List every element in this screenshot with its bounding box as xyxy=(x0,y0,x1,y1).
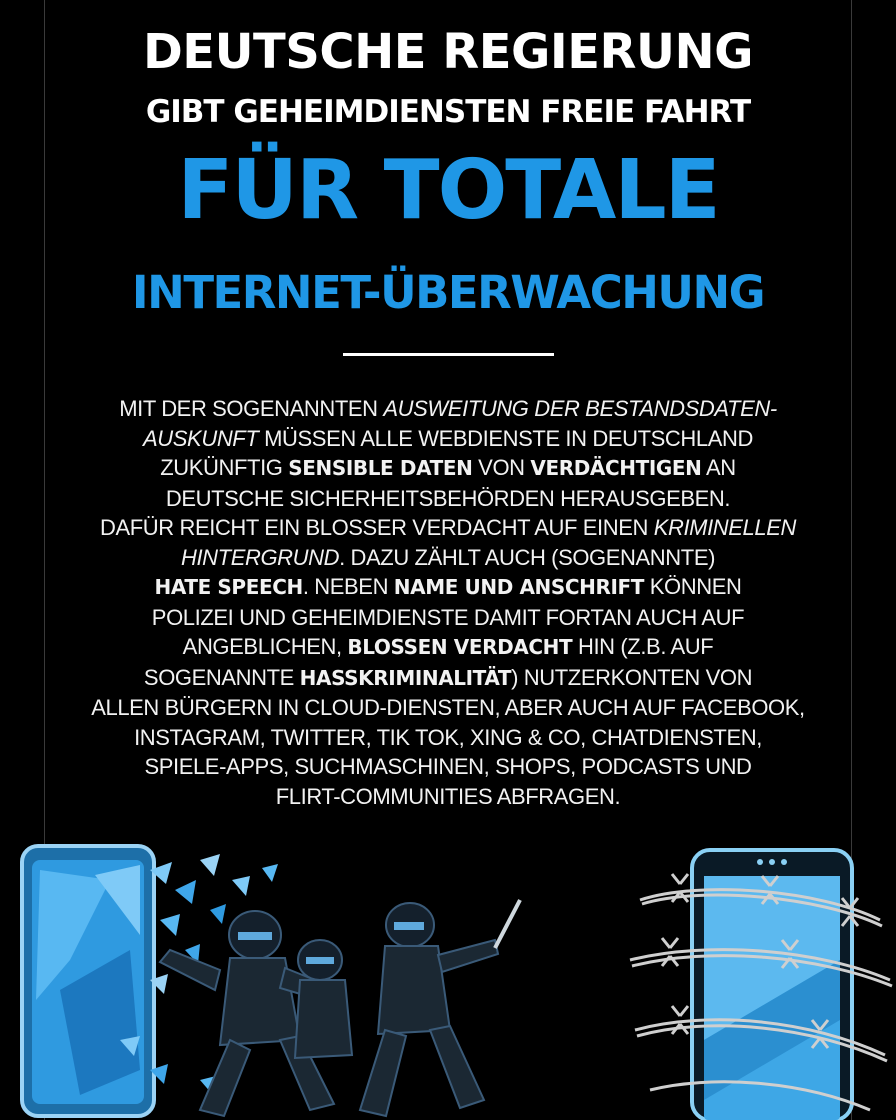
body-text-span: ANGEBLICHEN, xyxy=(182,634,348,659)
body-line: ALLEN BÜRGERN IN CLOUD-DIENSTEN, ABER AU… xyxy=(91,695,805,720)
headline-line-3: FÜR TOTALE xyxy=(177,143,720,238)
body-line: HATE SPEECH. NEBEN NAME UND ANSCHRIFT KÖ… xyxy=(70,572,826,603)
body-text-span: MIT DER SOGENANNTEN xyxy=(119,396,384,421)
headline-line-4: INTERNET-ÜBERWACHUNG xyxy=(131,266,766,319)
body-line: DEUTSCHE SICHERHEITSBEHÖRDEN HERAUSGEBEN… xyxy=(165,485,731,511)
body-text-span: DAFÜR REICHT EIN BLOSSER VERDACHT AUF EI… xyxy=(99,515,654,540)
body-italic-span: HINTERGRUND xyxy=(180,544,340,570)
body-italic-span: AUSWEITUNG DER BESTANDSDATEN- xyxy=(383,396,777,421)
body-text-span: . DAZU ZÄHLT AUCH (SOGENANNTE) xyxy=(339,544,716,570)
body-italic-span: AUSKUNFT xyxy=(143,425,259,451)
riot-police-figures-icon xyxy=(158,899,522,1118)
body-line: HINTERGRUND. DAZU ZÄHLT AUCH (SOGENANNTE… xyxy=(70,543,826,573)
body-line: SPIELE-APPS, SUCHMASCHINEN, SHOPS, PODCA… xyxy=(144,754,752,779)
body-bold-span: BLOSSEN VERDACHT xyxy=(347,635,573,659)
headline-line-1: DEUTSCHE REGIERUNG xyxy=(142,24,754,80)
body-line: FLIRT-COMMUNITIES ABFRAGEN. xyxy=(275,783,621,809)
body-line: DAFÜR REICHT EIN BLOSSER VERDACHT AUF EI… xyxy=(70,513,826,543)
body-text-span: ZUKÜNFTIG xyxy=(160,455,289,480)
phone-wrapped-in-barbed-wire-illustration xyxy=(629,848,893,1120)
body-line: ANGEBLICHEN, BLOSSEN VERDACHT HIN (Z.B. … xyxy=(70,632,826,663)
body-line: AUSKUNFT MÜSSEN ALLE WEBDIENSTE IN DEUTS… xyxy=(70,424,826,454)
body-bold-span: HASSKRIMINALITÄT xyxy=(299,665,512,690)
body-bold-span: NAME UND ANSCHRIFT xyxy=(393,575,645,599)
body-text-span: . NEBEN xyxy=(302,574,394,599)
body-bold-span: SENSIBLE DATEN xyxy=(288,456,473,480)
riot-police-breaking-phone-illustration xyxy=(20,844,522,1118)
body-line: ZUKÜNFTIG SENSIBLE DATEN VON VERDÄCHTIGE… xyxy=(70,453,826,484)
body-line: MIT DER SOGENANNTEN AUSWEITUNG DER BESTA… xyxy=(70,394,826,424)
headline-line-2: GIBT GEHEIMDIENSTEN FREIE FAHRT xyxy=(145,94,751,130)
body-line: POLIZEI UND GEHEIMDIENSTE DAMIT FORTAN A… xyxy=(151,604,745,630)
divider-rule xyxy=(343,353,554,356)
body-bold-span: VERDÄCHTIGEN xyxy=(530,456,702,480)
body-paragraph: MIT DER SOGENANNTEN AUSWEITUNG DER BESTA… xyxy=(70,394,826,811)
body-italic-span: KRIMINELLEN xyxy=(653,515,797,540)
body-text-span: VON xyxy=(472,455,531,480)
body-line: INSTAGRAM, TWITTER, TIK TOK, XING & CO, … xyxy=(134,724,762,750)
body-line: SOGENANNTE HASSKRIMINALITÄT) NUTZERKONTE… xyxy=(70,663,826,694)
body-text-span: KÖNNEN xyxy=(644,574,742,599)
body-text-span: AN xyxy=(701,455,736,480)
body-text-span: MÜSSEN ALLE WEBDIENSTE IN DEUTSCHLAND xyxy=(258,425,753,451)
body-bold-span: HATE SPEECH xyxy=(154,575,304,599)
body-text-span: ) NUTZERKONTEN VON xyxy=(511,664,753,690)
body-text-span: SOGENANNTE xyxy=(143,664,300,690)
body-text-span: HIN (Z.B. AUF xyxy=(572,634,714,659)
